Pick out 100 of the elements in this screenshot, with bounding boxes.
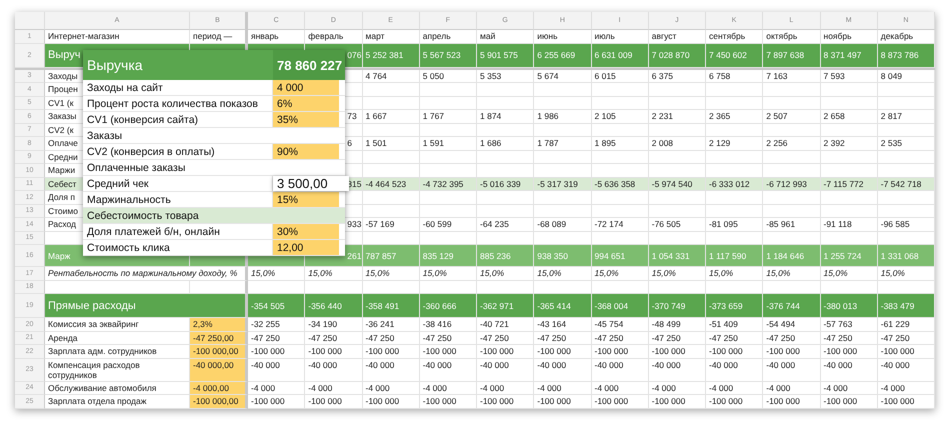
table-cell: 2 231 bbox=[648, 110, 706, 124]
table-cell: -365 414 bbox=[534, 294, 592, 318]
table-cell: август bbox=[648, 30, 706, 44]
table-cell: 6 758 bbox=[706, 70, 764, 83]
table-cell: -40 000 bbox=[420, 358, 477, 382]
table-cell: -48 499 bbox=[648, 318, 706, 332]
table-cell: Зарплата отдела продаж bbox=[45, 395, 190, 408]
field-value[interactable]: 3 500,00 bbox=[273, 176, 349, 191]
table-cell: -5 317 319 bbox=[534, 178, 592, 191]
table-cell: июль bbox=[592, 30, 649, 44]
table-cell: 2 129 bbox=[706, 137, 764, 150]
table-cell: -68 089 bbox=[534, 218, 592, 232]
table-cell: 2 105 bbox=[592, 110, 649, 124]
table-cell: -72 174 bbox=[592, 218, 649, 232]
table-cell: -47 250 bbox=[820, 332, 878, 345]
table-cell: май bbox=[477, 30, 534, 44]
table-cell: -100 000 bbox=[362, 345, 420, 358]
table-cell: 1 501 bbox=[362, 137, 420, 150]
table-cell: 7 897 638 bbox=[763, 44, 820, 68]
table-cell: -60 599 bbox=[420, 218, 477, 232]
table-cell: 885 236 bbox=[477, 245, 534, 267]
table-cell: 1 667 bbox=[362, 110, 420, 124]
table-cell: 1 986 bbox=[534, 110, 592, 124]
table-cell: -100 000 bbox=[820, 395, 878, 408]
table-cell: -100 000 bbox=[820, 345, 878, 358]
table-cell: 994 651 bbox=[592, 245, 649, 267]
table-cell: 8 873 786 bbox=[878, 44, 935, 68]
table-cell: -100 000 bbox=[648, 395, 706, 408]
table-cell: 5 674 bbox=[534, 70, 592, 83]
table-cell: 787 857 bbox=[362, 245, 420, 267]
table-cell: 8 049 bbox=[878, 70, 935, 83]
table-cell: -40 000 bbox=[534, 358, 592, 382]
field-value[interactable]: 4 000 bbox=[273, 80, 339, 95]
table-cell: 2 365 bbox=[706, 110, 764, 124]
table-cell: 7 028 870 bbox=[648, 44, 706, 68]
table-cell: -91 118 bbox=[820, 218, 878, 232]
table-cell: 1 787 bbox=[534, 137, 592, 150]
field-value[interactable]: 6% bbox=[273, 96, 339, 111]
field-value[interactable]: 90% bbox=[273, 144, 339, 159]
table-cell: -100 000 bbox=[248, 395, 306, 408]
table-cell: -81 095 bbox=[706, 218, 764, 232]
table-cell: 15,0% bbox=[878, 267, 935, 280]
field-value[interactable]: 12,00 bbox=[273, 240, 339, 255]
table-cell: -100 000 bbox=[362, 395, 420, 408]
table-cell: 6 255 669 bbox=[534, 44, 592, 68]
table-cell: -100 000,00 bbox=[190, 345, 248, 358]
table-cell: -4 000 bbox=[706, 382, 764, 395]
table-cell: 1 767 bbox=[420, 110, 477, 124]
table-cell: 1 591 bbox=[420, 137, 477, 150]
table-cell: -40 000 bbox=[248, 358, 306, 382]
table-cell: -100 000 bbox=[534, 395, 592, 408]
corner-cell[interactable] bbox=[15, 12, 45, 30]
table-cell: -47 250,00 bbox=[190, 332, 248, 345]
table-cell: -4 000 bbox=[763, 382, 820, 395]
table-cell: -4 000 bbox=[648, 382, 706, 395]
field-value[interactable]: 35% bbox=[273, 112, 339, 127]
table-cell: 15,0% bbox=[648, 267, 706, 280]
table-cell: -64 235 bbox=[477, 218, 534, 232]
table-cell: -358 491 bbox=[362, 294, 420, 318]
table-cell: -43 164 bbox=[534, 318, 592, 332]
table-cell: -100 000 bbox=[477, 345, 534, 358]
table-cell: Рентабельность по маржинальному доходу, % bbox=[45, 267, 248, 280]
table-cell: -100 000 bbox=[648, 345, 706, 358]
table-cell: 2 507 bbox=[763, 110, 820, 124]
table-cell: -100 000 bbox=[534, 345, 592, 358]
table-cell: -47 250 bbox=[763, 332, 820, 345]
table-cell: -54 494 bbox=[763, 318, 820, 332]
table-cell: -4 000 bbox=[305, 382, 362, 395]
table-cell: -38 416 bbox=[420, 318, 477, 332]
table-cell: -47 250 bbox=[648, 332, 706, 345]
table-cell: 7 593 bbox=[820, 70, 878, 83]
table-cell: 15,0% bbox=[248, 267, 306, 280]
table-cell: -40 000,00 bbox=[190, 358, 248, 382]
table-cell: 5 050 bbox=[420, 70, 477, 83]
table-cell: октябрь bbox=[763, 30, 820, 44]
table-cell: 15,0% bbox=[763, 267, 820, 280]
table-cell: 15,0% bbox=[477, 267, 534, 280]
table-cell: 15,0% bbox=[420, 267, 477, 280]
table-cell: -4 464 523 bbox=[362, 178, 420, 191]
table-cell: 1 331 068 bbox=[878, 245, 935, 267]
table-cell: -4 000 bbox=[820, 382, 878, 395]
table-cell: -47 250 bbox=[420, 332, 477, 345]
table-cell: 2 658 bbox=[820, 110, 878, 124]
table-cell: 5 353 bbox=[477, 70, 534, 83]
table-cell: -40 000 bbox=[763, 358, 820, 382]
table-cell: -362 971 bbox=[477, 294, 534, 318]
table-cell: -100 000 bbox=[248, 345, 306, 358]
table-cell: -354 505 bbox=[248, 294, 306, 318]
table-cell: -34 190 bbox=[305, 318, 362, 332]
table-cell: 4 764 bbox=[362, 70, 420, 83]
table-cell: -6 712 993 bbox=[763, 178, 820, 191]
table-cell: -40 000 bbox=[592, 358, 649, 382]
table-cell: 5 567 523 bbox=[420, 44, 477, 68]
table-cell: июнь bbox=[534, 30, 592, 44]
table-cell: -76 505 bbox=[648, 218, 706, 232]
table-cell: -356 440 bbox=[305, 294, 362, 318]
field-value[interactable]: 15% bbox=[273, 192, 339, 207]
table-cell: -7 115 772 bbox=[820, 178, 878, 191]
table-cell: -100 000 bbox=[592, 345, 649, 358]
field-value[interactable]: 30% bbox=[273, 224, 339, 239]
